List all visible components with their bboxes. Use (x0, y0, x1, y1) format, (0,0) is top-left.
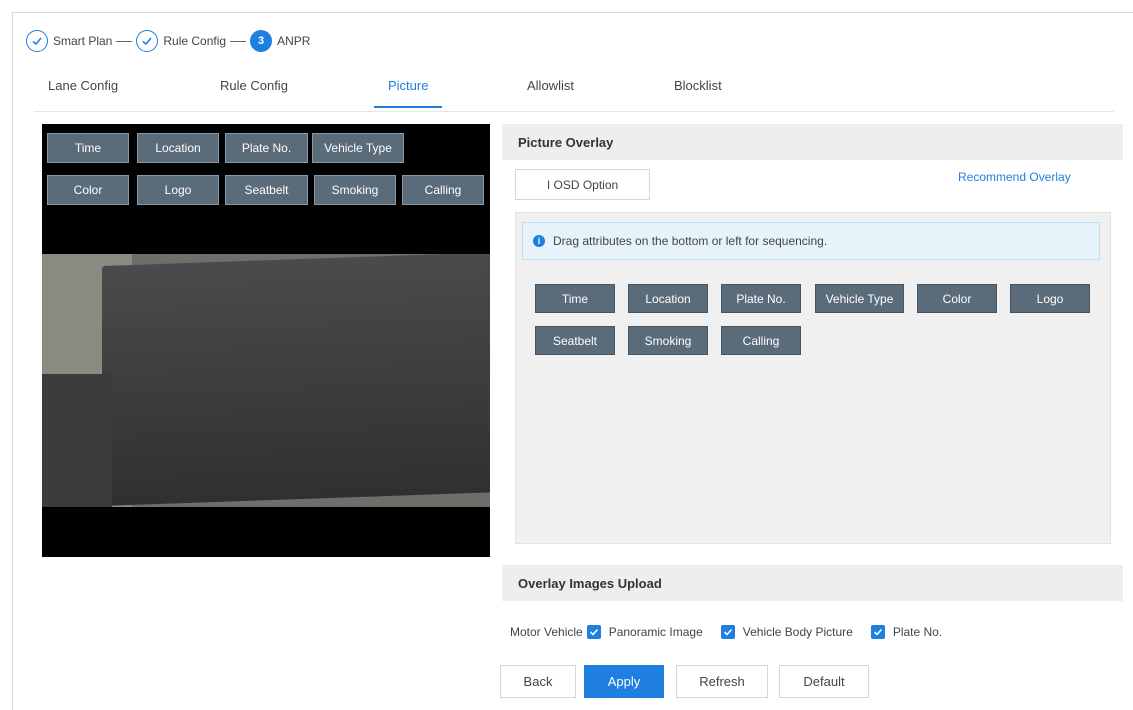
camera-scene-object (102, 254, 490, 506)
step-anpr[interactable]: 3 ANPR (250, 30, 310, 52)
picture-preview: Time Location Plate No. Vehicle Type Col… (42, 124, 490, 557)
preview-tag-calling[interactable]: Calling (402, 175, 484, 205)
preview-tag-plate[interactable]: Plate No. (225, 133, 308, 163)
preview-tag-time[interactable]: Time (47, 133, 129, 163)
check-icon (136, 30, 159, 52)
tab-picture[interactable]: Picture (374, 78, 443, 108)
check-icon (26, 30, 48, 52)
step-connector (230, 40, 247, 42)
camera-snapshot (42, 254, 490, 507)
tab-blocklist[interactable]: Blocklist (674, 78, 722, 108)
info-icon: i (533, 235, 545, 247)
back-button[interactable]: Back (500, 665, 576, 698)
sequencing-tip: i Drag attributes on the bottom or left … (522, 222, 1100, 260)
preview-tag-color[interactable]: Color (47, 175, 129, 205)
step-smart-plan[interactable]: Smart Plan (26, 30, 112, 52)
vehicle-body-checkbox[interactable] (720, 625, 735, 639)
check-icon (723, 628, 732, 636)
plate-no-checkbox[interactable] (870, 625, 885, 639)
check-icon (589, 628, 598, 636)
overlay-upload-header: Overlay Images Upload (502, 565, 1123, 601)
step-rule-config[interactable]: Rule Config (136, 30, 226, 52)
step-label: Smart Plan (53, 34, 113, 48)
overlay-chip-vehicle-type[interactable]: Vehicle Type (815, 284, 904, 313)
tab-allowlist[interactable]: Allowlist (527, 78, 574, 108)
tab-rule-config[interactable]: Rule Config (220, 78, 288, 108)
refresh-button[interactable]: Refresh (676, 665, 768, 698)
overlay-chip-color[interactable]: Color (917, 284, 997, 313)
check-icon (873, 628, 882, 636)
step-connector (116, 40, 133, 42)
preview-tag-location[interactable]: Location (137, 133, 219, 163)
preview-tag-smoking[interactable]: Smoking (314, 175, 396, 205)
preview-tag-seatbelt[interactable]: Seatbelt (225, 175, 308, 205)
overlay-chip-plate[interactable]: Plate No. (721, 284, 801, 313)
wizard-stepper: Smart Plan Rule Config 3 ANPR (26, 28, 310, 54)
overlay-sort-area (515, 212, 1111, 544)
overlay-chip-logo[interactable]: Logo (1010, 284, 1090, 313)
overlay-chip-time[interactable]: Time (535, 284, 615, 313)
panoramic-label: Panoramic Image (608, 625, 703, 639)
tip-text: Drag attributes on the bottom or left fo… (553, 234, 828, 248)
overlay-chip-location[interactable]: Location (628, 284, 708, 313)
overlay-chip-calling[interactable]: Calling (721, 326, 801, 355)
overlay-chip-smoking[interactable]: Smoking (628, 326, 708, 355)
picture-overlay-header: Picture Overlay (502, 124, 1123, 160)
tab-lane-config[interactable]: Lane Config (48, 78, 118, 108)
overlay-chip-seatbelt[interactable]: Seatbelt (535, 326, 615, 355)
vehicle-body-label: Vehicle Body Picture (742, 625, 853, 639)
preview-tag-vehicle-type[interactable]: Vehicle Type (312, 133, 404, 163)
step-number: 3 (250, 30, 273, 52)
camera-scene-shadow (42, 374, 112, 507)
osd-option-button[interactable]: I OSD Option (515, 169, 650, 200)
tab-bar: Lane Config Rule Config Picture Allowlis… (34, 72, 1114, 112)
preview-tag-logo[interactable]: Logo (137, 175, 219, 205)
upload-options: Motor Vehicle Panoramic Image Vehicle Bo… (510, 617, 942, 647)
plate-no-label: Plate No. (892, 625, 943, 639)
motor-vehicle-label: Motor Vehicle (510, 625, 583, 639)
apply-button[interactable]: Apply (584, 665, 664, 698)
recommend-overlay-link[interactable]: Recommend Overlay (958, 170, 1071, 184)
panoramic-checkbox[interactable] (586, 625, 601, 639)
step-label: Rule Config (163, 34, 227, 48)
default-button[interactable]: Default (779, 665, 869, 698)
step-label: ANPR (277, 34, 311, 48)
